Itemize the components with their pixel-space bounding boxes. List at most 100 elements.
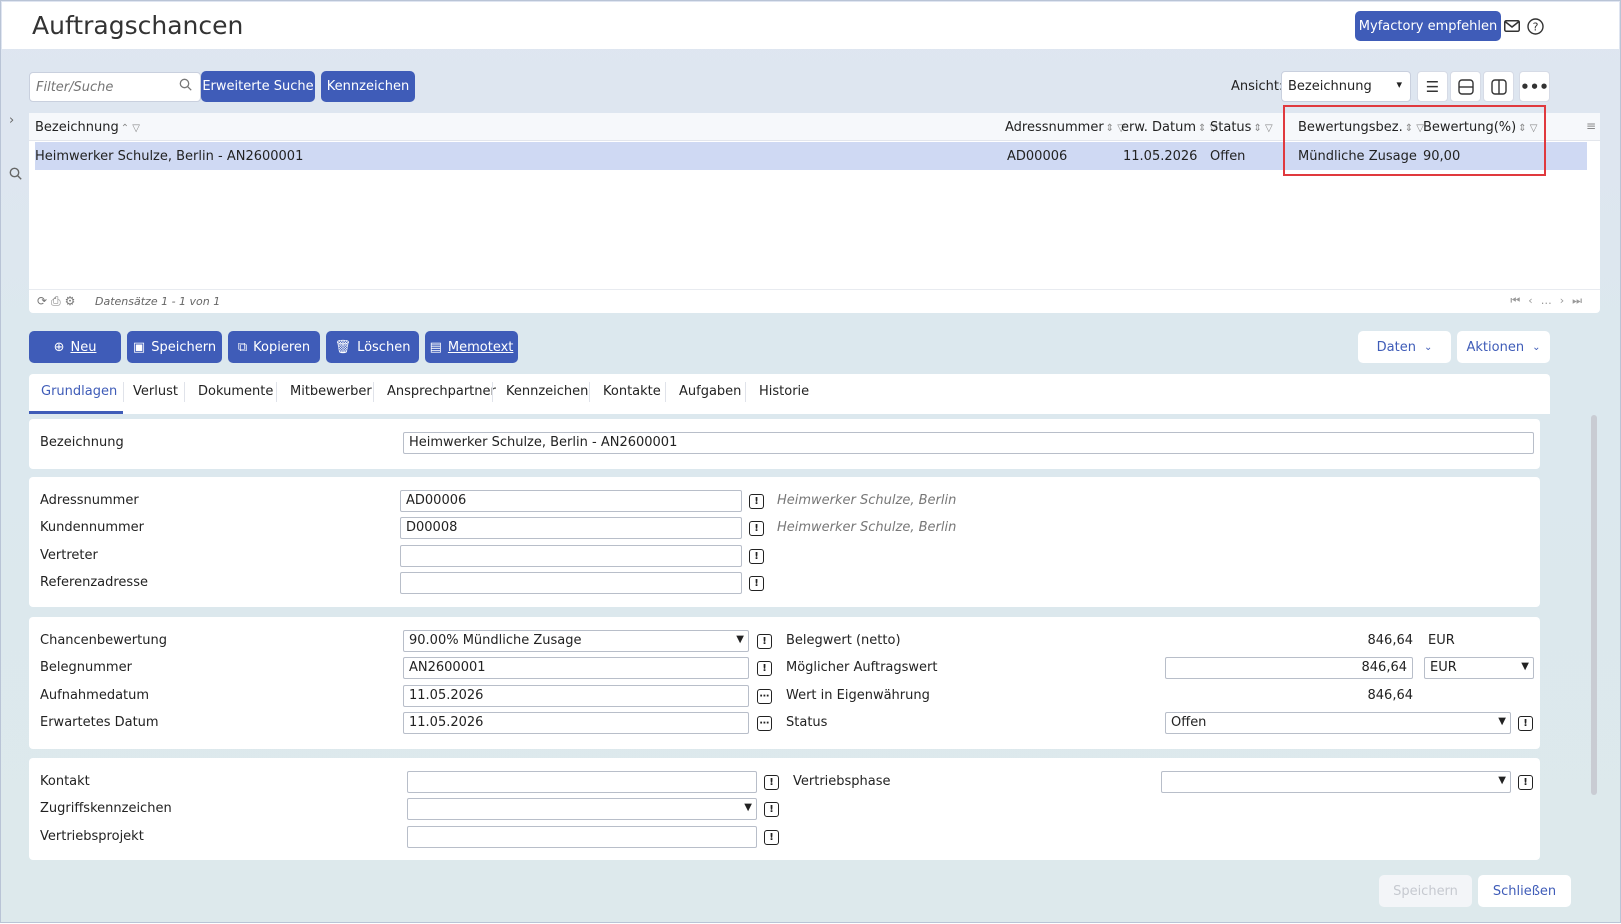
referenzadresse-field[interactable] xyxy=(400,572,742,594)
tab-kennzeichen[interactable]: Kennzeichen xyxy=(506,384,588,399)
aufnahmedatum-field[interactable]: 11.05.2026 xyxy=(403,685,749,707)
refresh-print-settings-icons[interactable]: ⟳⎙⚙ xyxy=(37,294,79,309)
view-select[interactable]: Bezeichnung ▾ xyxy=(1281,71,1411,102)
adressnummer-field[interactable]: AD00006 xyxy=(400,490,742,512)
pager-icons[interactable]: ⏮‹…›⏭ xyxy=(1510,294,1590,308)
tab-grundlagen[interactable]: Grundlagen xyxy=(41,384,117,399)
recommend-button[interactable]: Myfactory empfehlen xyxy=(1355,11,1501,41)
chancenbewertung-label: Chancenbewertung xyxy=(40,633,167,648)
form-scrollbar[interactable] xyxy=(1591,415,1597,795)
footer-save-button[interactable]: Speichern xyxy=(1379,875,1472,907)
split-vertical-icon[interactable] xyxy=(1483,71,1514,102)
column-header-status[interactable]: Status ⇕ ▽ xyxy=(1210,120,1273,135)
mail-icon[interactable] xyxy=(1502,16,1522,36)
panel-evaluation: Chancenbewertung 90.00% Mündliche Zusage… xyxy=(29,617,1540,749)
more-icon[interactable]: ••• xyxy=(1519,71,1550,102)
memo-button[interactable]: ▤ Memotext xyxy=(425,331,518,363)
kontakt-label: Kontakt xyxy=(40,774,90,789)
kontakt-field[interactable] xyxy=(407,771,757,793)
column-header-adressnummer[interactable]: Adressnummer ⇕ ▽ xyxy=(1005,120,1125,135)
info-icon[interactable]: ! xyxy=(749,521,764,536)
close-button[interactable]: Schließen xyxy=(1478,875,1571,907)
record-count: Datensätze 1 - 1 von 1 xyxy=(95,295,221,308)
chevron-down-icon: ▼ xyxy=(736,634,744,645)
tab-separator xyxy=(184,382,185,402)
tab-separator xyxy=(123,382,124,402)
calendar-icon[interactable]: ⋯ xyxy=(757,716,772,731)
chevron-down-icon: ⌄ xyxy=(1423,341,1433,353)
erwartetes-datum-label: Erwartetes Datum xyxy=(40,715,159,730)
info-icon[interactable]: ! xyxy=(1518,716,1533,731)
tab-separator xyxy=(276,382,277,402)
info-icon[interactable]: ! xyxy=(749,494,764,509)
split-horizontal-icon[interactable] xyxy=(1450,71,1481,102)
belegwert-value: 846,64 xyxy=(1367,633,1414,648)
column-menu-icon[interactable]: ≡ xyxy=(1586,119,1596,133)
belegnummer-field[interactable]: AN2600001 xyxy=(403,657,749,679)
status-label: Status xyxy=(786,715,828,730)
vertriebsprojekt-field[interactable] xyxy=(407,826,757,848)
trash-icon: 🗑 xyxy=(334,339,352,355)
moeglicher-label: Möglicher Auftragswert xyxy=(786,660,938,675)
plus-circle-icon: ⊕ xyxy=(53,339,65,355)
vertriebsphase-select[interactable]: ▼ xyxy=(1161,771,1511,793)
tags-button[interactable]: Kennzeichen xyxy=(321,71,415,102)
erwartetes-datum-field[interactable]: 11.05.2026 xyxy=(403,712,749,734)
kundennummer-label: Kundennummer xyxy=(40,520,144,535)
save-button[interactable]: ▣ Speichern xyxy=(127,331,222,363)
tab-ansprechpartner[interactable]: Ansprechpartner xyxy=(387,384,496,399)
new-button[interactable]: ⊕ Neu xyxy=(29,331,121,363)
zugriffskennzeichen-select[interactable]: ▼ xyxy=(407,798,757,820)
referenzadresse-label: Referenzadresse xyxy=(40,575,148,590)
list-view-icon[interactable]: ☰ xyxy=(1417,71,1448,102)
vertreter-field[interactable] xyxy=(400,545,742,567)
status-select[interactable]: Offen ▼ xyxy=(1165,712,1511,734)
tab-kontakte[interactable]: Kontakte xyxy=(603,384,661,399)
actions-menu-button[interactable]: Aktionen ⌄ xyxy=(1457,331,1550,363)
cell-adressnummer: AD00006 xyxy=(1007,149,1068,164)
chancenbewertung-select[interactable]: 90.00% Mündliche Zusage ▼ xyxy=(403,630,749,652)
advanced-search-button[interactable]: Erweiterte Suche xyxy=(201,71,315,102)
search-icon[interactable] xyxy=(9,167,23,181)
info-icon[interactable]: ! xyxy=(749,576,764,591)
app-window: Auftragschancen Myfactory empfehlen ? › … xyxy=(0,0,1621,923)
info-icon[interactable]: ! xyxy=(757,661,772,676)
info-icon[interactable]: ! xyxy=(764,802,779,817)
panel-address: Adressnummer AD00006 ! Heimwerker Schulz… xyxy=(29,477,1540,607)
tab-separator xyxy=(589,382,590,402)
info-icon[interactable]: ! xyxy=(757,634,772,649)
info-icon[interactable]: ! xyxy=(764,830,779,845)
tab-aufgaben[interactable]: Aufgaben xyxy=(679,384,741,399)
tab-verlust[interactable]: Verlust xyxy=(133,384,178,399)
info-icon[interactable]: ! xyxy=(749,549,764,564)
chevron-down-icon: ⌄ xyxy=(1532,341,1541,353)
detail-tabs: Grundlagen Verlust Dokumente Mitbewerber… xyxy=(29,374,1550,414)
data-menu-button[interactable]: Daten ⌄ xyxy=(1358,331,1451,363)
copy-button[interactable]: ⧉ Kopieren xyxy=(228,331,320,363)
calendar-icon[interactable]: ⋯ xyxy=(757,689,772,704)
info-icon[interactable]: ! xyxy=(764,775,779,790)
bezeichnung-field[interactable]: Heimwerker Schulze, Berlin - AN2600001 xyxy=(403,432,1534,454)
kundennummer-hint: Heimwerker Schulze, Berlin xyxy=(777,520,957,535)
search-input[interactable] xyxy=(29,72,201,102)
page-title: Auftragschancen xyxy=(32,11,244,40)
delete-button[interactable]: 🗑 Löschen xyxy=(326,331,419,363)
chevron-right-icon[interactable]: › xyxy=(9,113,23,128)
column-header-datum[interactable]: erw. Datum ⇕ ▽ xyxy=(1121,120,1217,135)
moeglicher-field[interactable]: 846,64 xyxy=(1165,657,1413,679)
chevron-down-icon: ▼ xyxy=(1521,661,1529,672)
chevron-down-icon: ▾ xyxy=(1396,78,1402,91)
currency-select[interactable]: EUR ▼ xyxy=(1424,657,1534,679)
chevron-down-icon: ▼ xyxy=(1498,775,1506,786)
tab-dokumente[interactable]: Dokumente xyxy=(198,384,273,399)
cell-datum: 11.05.2026 xyxy=(1123,149,1198,164)
search-icon[interactable] xyxy=(179,78,192,95)
help-icon[interactable]: ? xyxy=(1525,16,1545,36)
tab-historie[interactable]: Historie xyxy=(759,384,809,399)
tab-mitbewerber[interactable]: Mitbewerber xyxy=(290,384,372,399)
info-icon[interactable]: ! xyxy=(1518,775,1533,790)
column-header-bezeichnung[interactable]: Bezeichnung ⌃ ▽ xyxy=(35,120,140,135)
vertriebsphase-label: Vertriebsphase xyxy=(793,774,891,789)
kundennummer-field[interactable]: D00008 xyxy=(400,517,742,539)
adressnummer-hint: Heimwerker Schulze, Berlin xyxy=(777,493,957,508)
